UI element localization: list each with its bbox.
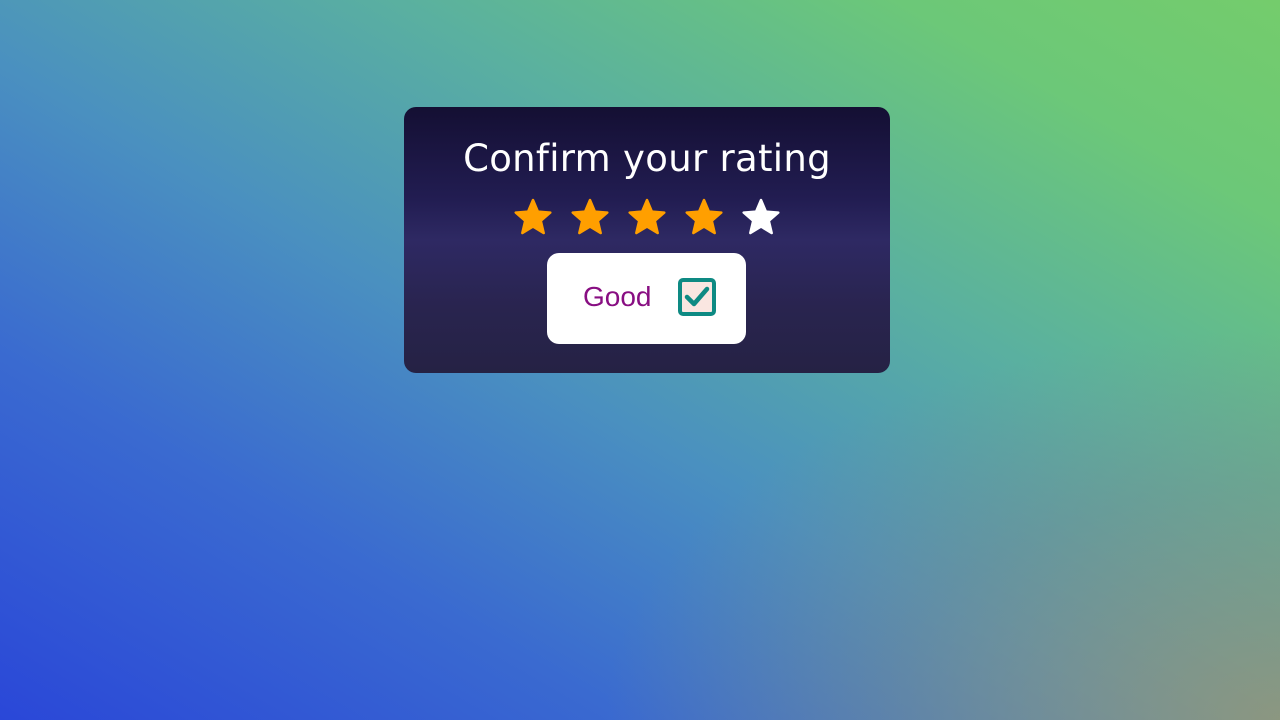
star-filled-icon[interactable] xyxy=(627,195,667,239)
star-filled-icon[interactable] xyxy=(570,195,610,239)
dialog-title: Confirm your rating xyxy=(463,137,831,180)
rating-dialog: Confirm your rating Good xyxy=(404,107,890,373)
star-empty-icon[interactable] xyxy=(741,195,781,239)
star-filled-icon[interactable] xyxy=(513,195,553,239)
star-rating[interactable] xyxy=(404,195,890,243)
confirm-rating-button[interactable]: Good xyxy=(547,253,746,344)
star-filled-icon[interactable] xyxy=(684,195,724,239)
confirm-button-label: Good xyxy=(583,281,652,312)
checkbox-checked-icon xyxy=(677,277,717,317)
